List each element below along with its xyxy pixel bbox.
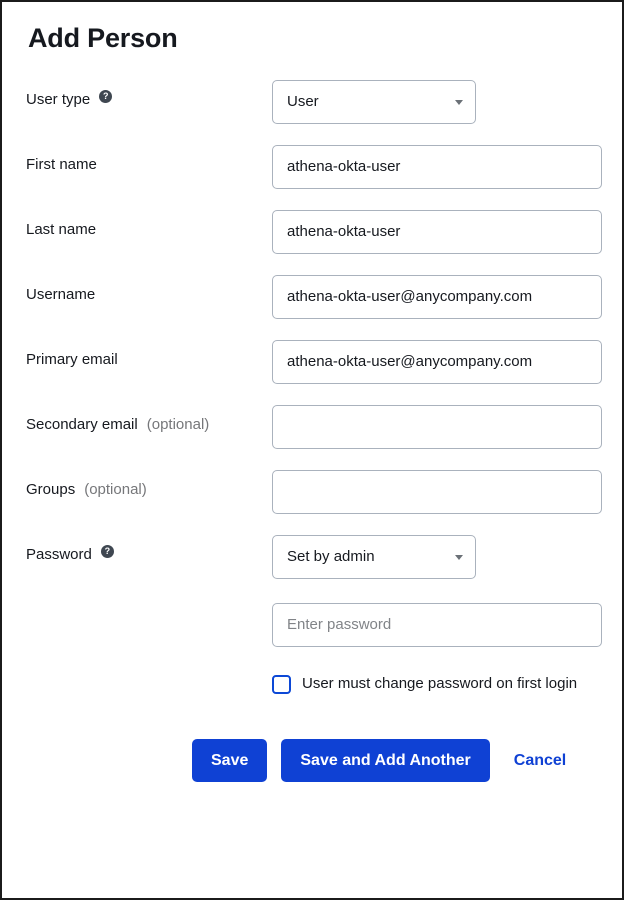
form-row-last-name: Last name [26, 209, 602, 254]
label-username: Username [26, 275, 272, 305]
label-first-name: First name [26, 145, 272, 175]
cancel-button[interactable]: Cancel [504, 739, 576, 782]
control-first-name [272, 144, 602, 189]
label-groups: Groups (optional) [26, 470, 272, 500]
form-row-groups: Groups (optional) [26, 469, 602, 514]
label-user-type: User type ? [26, 80, 272, 110]
form-row-secondary-email: Secondary email (optional) [26, 404, 602, 449]
user-type-select[interactable]: User [272, 79, 476, 124]
control-groups [272, 469, 602, 514]
field-label-text: First name [26, 155, 97, 173]
control-password: Set by admin User must change password o… [272, 534, 602, 696]
control-last-name [272, 209, 602, 254]
username-input[interactable] [272, 274, 602, 319]
first-name-input[interactable] [272, 144, 602, 189]
help-icon[interactable]: ? [100, 544, 114, 558]
form-actions: Save Save and Add Another Cancel [26, 739, 598, 783]
password-mode-select-wrap: Set by admin [272, 534, 476, 579]
form-row-first-name: First name [26, 144, 602, 189]
field-label-text: Last name [26, 220, 97, 238]
user-type-select-wrap: User [272, 79, 476, 124]
secondary-email-input[interactable] [272, 404, 602, 449]
control-username [272, 274, 602, 319]
optional-suffix: (optional) [84, 480, 147, 498]
form-row-user-type: User type ? User [26, 79, 598, 124]
add-person-form-panel: Add Person User type ? User First name L… [0, 0, 624, 900]
save-and-add-another-button[interactable]: Save and Add Another [281, 739, 490, 783]
control-user-type: User [272, 79, 598, 124]
field-label-text: Primary email [26, 350, 118, 368]
field-label-text: Password [26, 545, 92, 563]
password-input[interactable] [272, 602, 602, 647]
label-secondary-email: Secondary email (optional) [26, 405, 272, 435]
label-password: Password ? [26, 535, 272, 565]
field-label-text: Secondary email [26, 415, 138, 433]
field-label-text: User type [26, 90, 91, 108]
force-password-change-row[interactable]: User must change password on first login [272, 673, 602, 696]
form-row-password: Password ? Set by admin User must change… [26, 534, 602, 696]
form-row-username: Username [26, 274, 602, 319]
force-password-change-label: User must change password on first login [302, 674, 578, 692]
label-last-name: Last name [26, 210, 272, 240]
force-password-change-checkbox[interactable] [272, 674, 291, 694]
form-row-primary-email: Primary email [26, 339, 602, 384]
field-label-text: Groups [26, 480, 76, 498]
password-mode-select[interactable]: Set by admin [272, 534, 476, 579]
last-name-input[interactable] [272, 209, 602, 254]
field-label-text: Username [26, 285, 96, 303]
page-title: Add Person [28, 23, 178, 53]
optional-suffix: (optional) [146, 415, 210, 433]
control-primary-email [272, 339, 602, 384]
save-button[interactable]: Save [192, 739, 268, 783]
help-icon[interactable]: ? [99, 89, 113, 103]
label-primary-email: Primary email [26, 340, 272, 370]
groups-input[interactable] [272, 469, 602, 514]
control-secondary-email [272, 404, 602, 449]
primary-email-input[interactable] [272, 339, 602, 384]
